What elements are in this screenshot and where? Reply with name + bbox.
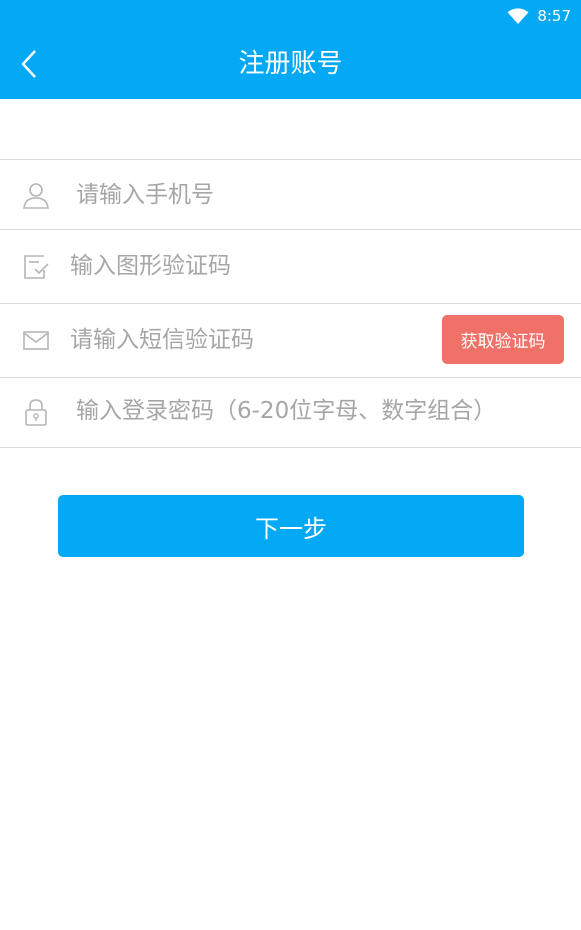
page-title: 注册账号 xyxy=(238,49,343,79)
next-step-button[interactable]: 下一步 xyxy=(58,495,524,557)
envelope-icon xyxy=(22,326,50,354)
check-box-icon xyxy=(22,252,50,280)
user-icon xyxy=(22,181,50,209)
sms-code-field: 获取验证码 xyxy=(0,304,581,378)
lock-icon xyxy=(22,398,50,426)
get-code-button[interactable]: 获取验证码 xyxy=(442,315,564,364)
captcha-input[interactable] xyxy=(70,246,520,286)
wifi-icon xyxy=(507,7,529,24)
sms-code-input[interactable] xyxy=(70,320,430,360)
password-field xyxy=(0,378,581,448)
phone-input[interactable] xyxy=(76,175,526,215)
captcha-field xyxy=(0,230,581,304)
phone-field xyxy=(0,159,581,230)
status-time: 8:57 xyxy=(537,7,571,25)
status-bar: 8:57 xyxy=(507,5,571,27)
app-header: 8:57 注册账号 xyxy=(0,0,581,99)
password-input[interactable] xyxy=(76,391,566,431)
